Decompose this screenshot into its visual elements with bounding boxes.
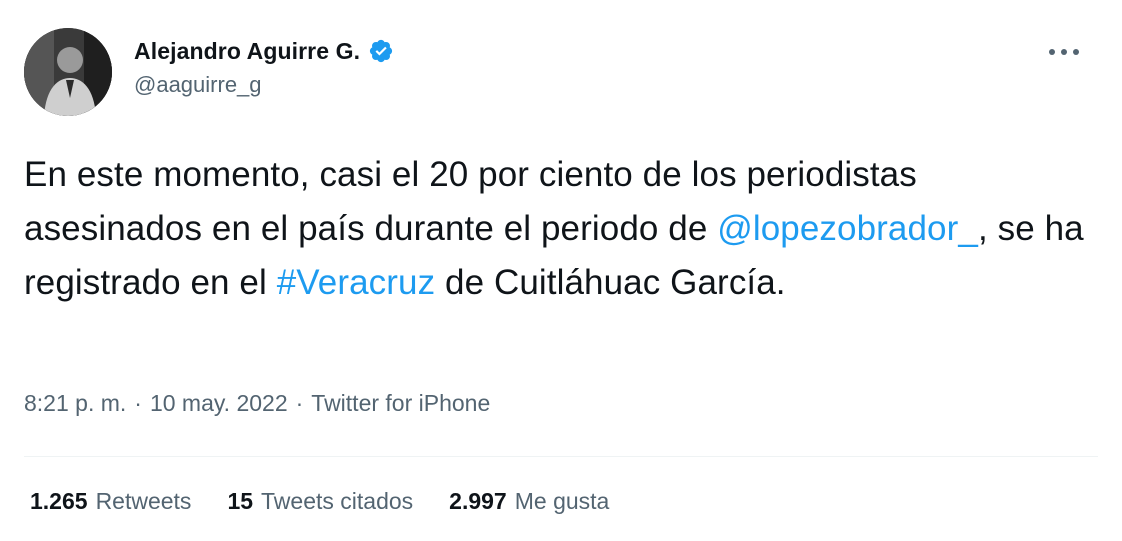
quote-tweets-count: 15: [227, 488, 254, 514]
tweet-stats: 1.265 Retweets 15 Tweets citados 2.997 M…: [30, 488, 645, 515]
retweets-count: 1.265: [30, 488, 88, 514]
more-options-button[interactable]: [1046, 40, 1082, 64]
likes-count: 2.997: [449, 488, 507, 514]
tweet-source[interactable]: Twitter for iPhone: [311, 390, 490, 417]
more-horizontal-icon: [1049, 49, 1079, 55]
hashtag-link[interactable]: #Veracruz: [277, 263, 436, 302]
author-display-name[interactable]: Alejandro Aguirre G.: [134, 38, 360, 65]
tweet-card: Alejandro Aguirre G. @aaguirre_g En este…: [0, 0, 1122, 541]
tweet-time[interactable]: 8:21 p. m.: [24, 390, 126, 417]
tweet-meta: 8:21 p. m. · 10 may. 2022 · Twitter for …: [24, 390, 490, 417]
meta-separator: ·: [295, 390, 304, 416]
verified-badge-icon: [368, 38, 394, 64]
tweet-date[interactable]: 10 may. 2022: [150, 390, 288, 417]
retweets-label: Retweets: [95, 488, 192, 514]
author-block: Alejandro Aguirre G. @aaguirre_g: [134, 36, 394, 98]
likes-stat[interactable]: 2.997 Me gusta: [449, 488, 609, 515]
tweet-text-part3: de Cuitláhuac García.: [435, 263, 786, 302]
quote-tweets-label: Tweets citados: [261, 488, 414, 514]
retweets-stat[interactable]: 1.265 Retweets: [30, 488, 191, 515]
avatar[interactable]: [24, 28, 112, 116]
author-handle[interactable]: @aaguirre_g: [134, 72, 394, 98]
person-photo-avatar-icon: [24, 28, 112, 116]
quote-tweets-stat[interactable]: 15 Tweets citados: [227, 488, 413, 515]
likes-label: Me gusta: [514, 488, 610, 514]
divider: [24, 456, 1098, 457]
tweet-text: En este momento, casi el 20 por ciento d…: [24, 148, 1094, 310]
meta-separator: ·: [134, 390, 142, 416]
mention-link[interactable]: @lopezobrador_: [717, 209, 978, 248]
